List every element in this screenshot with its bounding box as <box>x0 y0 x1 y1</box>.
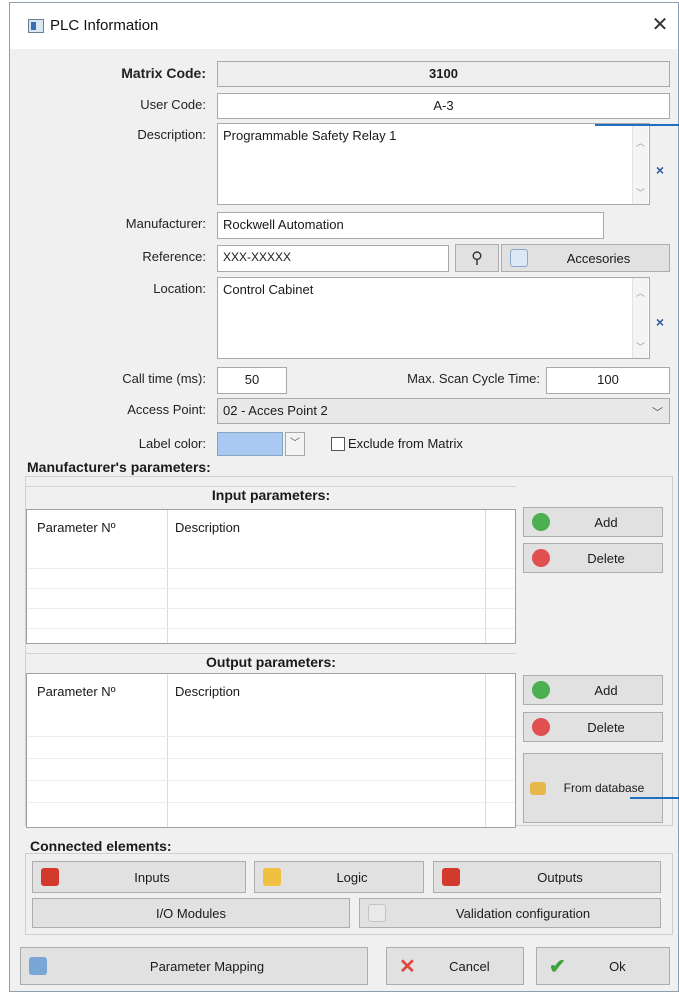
warning-icon <box>442 868 460 886</box>
cancel-label: Cancel <box>449 958 490 974</box>
manufacturer-parameters-title: Manufacturer's parameters: <box>27 459 211 475</box>
logic-icon <box>263 868 281 886</box>
parameter-mapping-label: Parameter Mapping <box>149 958 265 974</box>
mapping-icon <box>29 957 47 975</box>
output-delete-button[interactable]: Delete <box>523 712 663 742</box>
cancel-x-icon: ✕ <box>399 955 416 978</box>
app-window-icon <box>28 19 44 33</box>
reference-label: Reference: <box>142 249 206 264</box>
matrix-code-label: Matrix Code: <box>121 65 206 81</box>
document-icon <box>368 904 386 922</box>
access-point-label: Access Point: <box>127 402 206 417</box>
add-icon <box>532 681 550 699</box>
delete-icon <box>532 549 550 567</box>
location-scrollbar[interactable]: ︿ ﹀ <box>632 278 648 358</box>
ok-button[interactable]: ✔ Ok <box>536 947 670 985</box>
ok-label: Ok <box>609 958 626 974</box>
input-description-header: Description <box>175 520 241 535</box>
io-modules-button[interactable]: I/O Modules <box>32 898 350 928</box>
location-input[interactable]: Control Cabinet <box>217 277 650 359</box>
window-title: PLC Information <box>50 17 159 34</box>
validation-configuration-label: Validation configuration <box>455 905 591 921</box>
list-icon <box>510 249 528 267</box>
input-parameters-grid[interactable]: Parameter Nº Description <box>26 509 516 644</box>
manufacturer-input[interactable]: Rockwell Automation <box>217 212 604 239</box>
input-parameters-title: Input parameters: <box>26 486 516 508</box>
access-point-select[interactable]: 02 - Acces Point 2 <box>217 398 670 424</box>
from-database-label: From database <box>563 781 645 795</box>
cancel-button[interactable]: ✕ Cancel <box>386 947 524 985</box>
close-icon[interactable]: ✕ <box>648 13 672 37</box>
label-color-swatch[interactable] <box>217 432 283 456</box>
input-delete-button[interactable]: Delete <box>523 543 663 573</box>
location-label: Location: <box>153 281 206 296</box>
access-point-chevron-down-icon: ﹀ <box>652 407 663 419</box>
input-add-button[interactable]: Add <box>523 507 663 537</box>
call-time-input[interactable]: 50 <box>217 367 287 394</box>
outputs-button[interactable]: Outputs <box>433 861 661 893</box>
description-scrollbar[interactable]: ︿ ﹀ <box>632 124 648 204</box>
input-param-number-header: Parameter Nº <box>37 520 116 535</box>
parameter-mapping-button[interactable]: Parameter Mapping <box>20 947 368 985</box>
user-code-input[interactable]: A-3 <box>217 93 670 119</box>
binoculars-icon: ⚲ <box>471 250 483 267</box>
plc-information-window: PLC Information ✕ Matrix Code: 3100 User… <box>9 2 679 992</box>
folder-icon <box>530 781 546 795</box>
logic-label: Logic <box>336 869 368 885</box>
logic-button[interactable]: Logic <box>254 861 424 893</box>
search-reference-button[interactable]: ⚲ <box>455 244 499 272</box>
connected-elements-title: Connected elements: <box>30 838 172 854</box>
output-description-header: Description <box>175 684 241 699</box>
output-parameters-title: Output parameters: <box>26 653 516 675</box>
manufacturer-label: Manufacturer: <box>125 216 206 231</box>
inputs-button[interactable]: Inputs <box>32 861 246 893</box>
delete-icon <box>532 718 550 736</box>
io-modules-label: I/O Modules <box>155 905 227 921</box>
input-add-label: Add <box>594 514 618 530</box>
title-bar: PLC Information ✕ <box>10 3 678 49</box>
output-param-number-header: Parameter Nº <box>37 684 116 699</box>
accessories-label: Accesories <box>566 250 631 266</box>
exclude-from-matrix-label: Exclude from Matrix <box>348 436 463 451</box>
reference-input[interactable]: XXX-XXXXX <box>217 245 449 272</box>
label-color-label: Label color: <box>138 436 206 451</box>
accessories-button[interactable]: Accesories <box>501 244 670 272</box>
input-delete-label: Delete <box>587 550 625 566</box>
user-code-label: User Code: <box>140 97 206 112</box>
callout-line-top <box>595 124 679 126</box>
validation-configuration-button[interactable]: Validation configuration <box>359 898 661 928</box>
clear-location-icon[interactable]: × <box>651 313 669 331</box>
output-parameters-grid[interactable]: Parameter Nº Description <box>26 673 516 828</box>
output-delete-label: Delete <box>587 719 625 735</box>
description-label: Description: <box>137 127 206 142</box>
add-icon <box>532 513 550 531</box>
label-color-dropdown-chevron-down-icon[interactable]: ﹀ <box>285 432 305 456</box>
checkmark-icon: ✔ <box>549 955 566 978</box>
max-scan-input[interactable]: 100 <box>546 367 670 394</box>
exclude-from-matrix-checkbox[interactable] <box>331 437 345 451</box>
description-input[interactable]: Programmable Safety Relay 1 <box>217 123 650 205</box>
inputs-label: Inputs <box>134 869 170 885</box>
from-database-button[interactable]: From database <box>523 753 663 823</box>
output-add-button[interactable]: Add <box>523 675 663 705</box>
max-scan-label: Max. Scan Cycle Time: <box>407 371 540 386</box>
output-add-label: Add <box>594 682 618 698</box>
clear-description-icon[interactable]: × <box>651 161 669 179</box>
callout-line-bottom <box>630 797 679 799</box>
call-time-label: Call time (ms): <box>122 371 206 386</box>
outputs-label: Outputs <box>537 869 583 885</box>
warning-icon <box>41 868 59 886</box>
matrix-code-field: 3100 <box>217 61 670 87</box>
